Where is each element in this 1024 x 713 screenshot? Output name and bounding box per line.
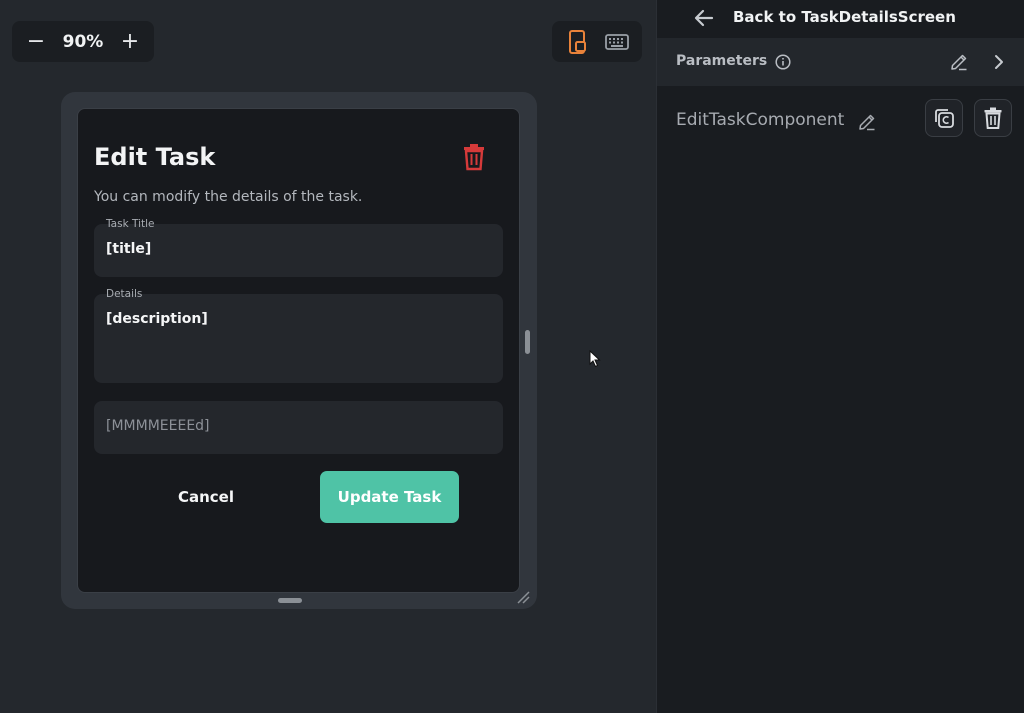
details-value: [description] (106, 311, 208, 327)
edit-task-dialog: Edit Task You can modify the details of … (77, 108, 520, 593)
keyboard-icon[interactable] (603, 28, 631, 56)
dialog-title: Edit Task (94, 143, 216, 171)
mouse-cursor-icon (589, 349, 601, 368)
zoom-out-button[interactable]: − (24, 29, 48, 54)
zoom-control: − 90% + (12, 21, 154, 62)
cancel-button[interactable]: Cancel (156, 471, 256, 523)
date-value: [MMMMEEEEd] (106, 418, 210, 434)
zoom-in-button[interactable]: + (118, 29, 142, 54)
resize-handle-right[interactable] (525, 330, 530, 354)
trash-icon (984, 107, 1002, 129)
zoom-level: 90% (62, 31, 104, 52)
task-title-field[interactable]: Task Title [title] (94, 218, 503, 277)
device-toggle (552, 21, 642, 62)
info-icon[interactable] (775, 54, 791, 70)
copy-icon (935, 109, 954, 128)
delete-component-button[interactable] (974, 99, 1012, 137)
task-title-label: Task Title (106, 218, 155, 230)
edit-parameters-icon[interactable] (949, 52, 969, 72)
details-label: Details (106, 288, 143, 300)
back-link[interactable]: Back to TaskDetailsScreen (733, 8, 956, 26)
back-arrow-icon[interactable] (693, 7, 715, 29)
copy-component-button[interactable] (925, 99, 963, 137)
properties-panel: Back to TaskDetailsScreen Parameters Edi… (656, 0, 1024, 713)
chevron-right-icon[interactable] (990, 52, 1008, 72)
dialog-subtitle: You can modify the details of the task. (94, 189, 363, 205)
component-name: EditTaskComponent (676, 110, 845, 130)
task-title-value: [title] (106, 241, 152, 257)
phone-preview-icon[interactable] (564, 28, 592, 56)
resize-corner-icon[interactable] (515, 589, 531, 605)
update-task-button[interactable]: Update Task (320, 471, 459, 523)
resize-handle-bottom[interactable] (278, 598, 302, 603)
parameters-title: Parameters (676, 53, 768, 69)
delete-task-icon[interactable] (462, 143, 490, 173)
parameters-bar: Parameters (657, 38, 1024, 86)
panel-header: Back to TaskDetailsScreen (657, 0, 1024, 36)
rename-component-icon[interactable] (857, 112, 877, 132)
canvas-area: − 90% + Edit Task You can modify the det… (0, 0, 656, 713)
date-field[interactable]: [MMMMEEEEd] (94, 401, 503, 454)
details-field[interactable]: Details [description] (94, 288, 503, 383)
